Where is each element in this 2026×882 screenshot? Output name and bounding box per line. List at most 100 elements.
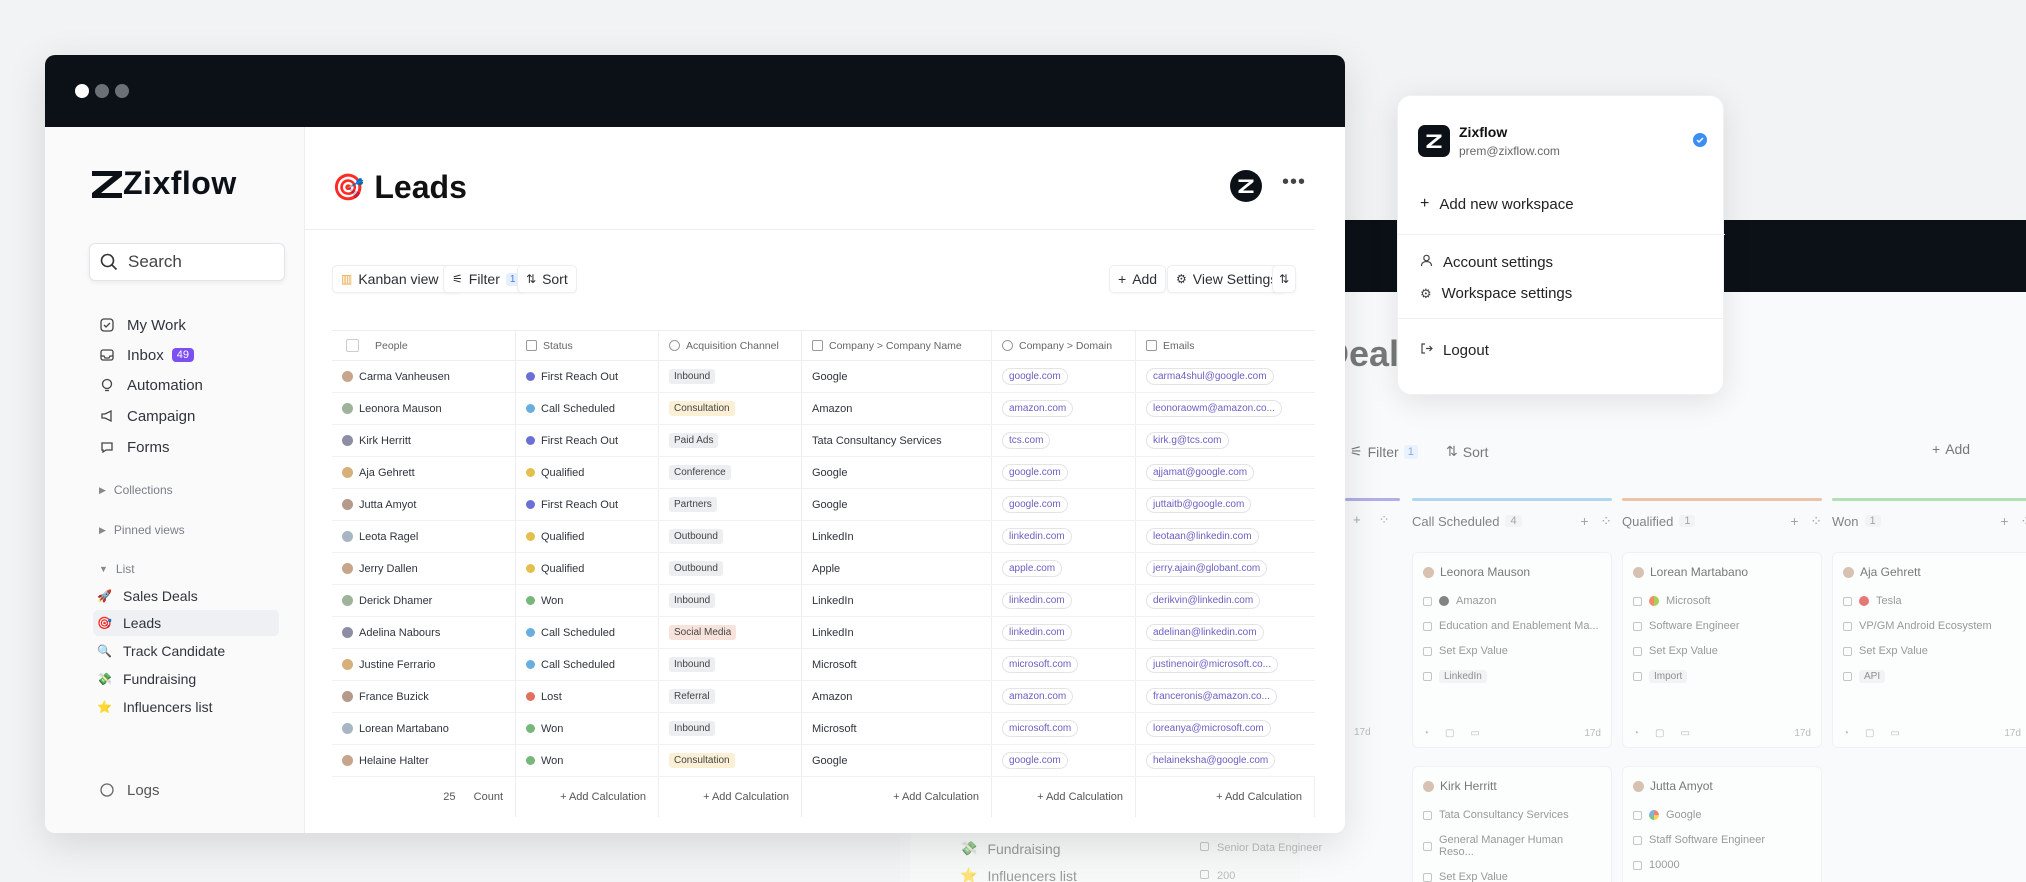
email-link[interactable]: leonoraowm@amazon.co... [1146,400,1282,417]
table-row[interactable]: Leonora Mauson Call Scheduled Consultation… [332,393,1315,425]
cell-email[interactable]: franceronis@amazon.co... [1136,681,1315,712]
cell-person[interactable]: Aja Gehrett [332,457,516,488]
add-button[interactable]: + Add [1109,265,1167,293]
cell-company[interactable]: Amazon [802,681,992,712]
email-link[interactable]: loreanya@microsoft.com [1146,720,1271,737]
more-options-icon[interactable]: ••• [1282,171,1306,194]
cell-person[interactable]: France Buzick [332,681,516,712]
cell-email[interactable]: juttaitb@google.com [1136,489,1315,520]
table-row[interactable]: Helaine Halter Won Consultation Google googl… [332,745,1315,777]
cell-company[interactable]: Google [802,361,992,392]
domain-link[interactable]: amazon.com [1002,400,1074,417]
column-header-company-name[interactable]: Company > Company Name [802,331,992,360]
cell-channel[interactable]: Consultation [659,393,802,424]
cell-company[interactable]: LinkedIn [802,617,992,648]
cell-channel[interactable]: Inbound [659,585,802,616]
cell-email[interactable]: adelinan@linkedin.com [1136,617,1315,648]
list-item-track-candidate[interactable]: 🔍 Track Candidate [97,638,329,664]
select-all-checkbox[interactable] [346,339,359,352]
table-row[interactable]: Aja Gehrett Qualified Conference Google goog… [332,457,1315,489]
cell-status[interactable]: Qualified [516,553,659,584]
email-link[interactable]: carma4shul@google.com [1146,368,1274,385]
cell-email[interactable]: helaineksha@google.com [1136,745,1315,776]
cell-domain[interactable]: microsoft.com [992,713,1136,744]
cell-email[interactable]: kirk.g@tcs.com [1136,425,1315,456]
cell-domain[interactable]: google.com [992,489,1136,520]
table-row[interactable]: Derick Dhamer Won Inbound LinkedIn linkedin.… [332,585,1315,617]
cell-domain[interactable]: amazon.com [992,681,1136,712]
window-maximize-dot[interactable] [115,84,129,98]
search-input[interactable] [128,252,258,272]
cell-domain[interactable]: linkedin.com [992,585,1136,616]
cell-email[interactable]: carma4shul@google.com [1136,361,1315,392]
cell-person[interactable]: Carma Vanheusen [332,361,516,392]
cell-person[interactable]: Kirk Herritt [332,425,516,456]
cell-channel[interactable]: Social Media [659,617,802,648]
cell-person[interactable]: Adelina Nabours [332,617,516,648]
list-item-influencers[interactable]: ⭐ Influencers list [97,694,329,720]
email-link[interactable]: ajjamat@google.com [1146,464,1255,481]
domain-link[interactable]: apple.com [1002,560,1063,577]
view-settings-button[interactable]: ⚙ View Settings [1167,265,1287,293]
cell-person[interactable]: Lorean Martabano [332,713,516,744]
sidebar-item-forms[interactable]: Forms [99,435,170,459]
sort-button[interactable]: ⇅ Sort [517,265,577,293]
cell-person[interactable]: Jutta Amyot [332,489,516,520]
table-row[interactable]: Jerry Dallen Qualified Outbound Apple apple.… [332,553,1315,585]
domain-link[interactable]: google.com [1002,464,1068,481]
sidebar-item-automation[interactable]: Automation [99,373,203,397]
domain-link[interactable]: google.com [1002,368,1068,385]
cell-person[interactable]: Leonora Mauson [332,393,516,424]
domain-link[interactable]: linkedin.com [1002,528,1072,545]
cell-domain[interactable]: google.com [992,457,1136,488]
workspace-settings-item[interactable]: ⚙ Workspace settings [1420,285,1572,302]
cell-email[interactable]: justinenoir@microsoft.co... [1136,649,1315,680]
table-row[interactable]: Jutta Amyot First Reach Out Partners Google… [332,489,1315,521]
column-header-people[interactable]: People [332,331,516,360]
cell-company[interactable]: Amazon [802,393,992,424]
cell-channel[interactable]: Outbound [659,553,802,584]
cell-email[interactable]: ajjamat@google.com [1136,457,1315,488]
cell-person[interactable]: Jerry Dallen [332,553,516,584]
cell-company[interactable]: Google [802,489,992,520]
column-header-channel[interactable]: Acquisition Channel [659,331,802,360]
window-minimize-dot[interactable] [95,84,109,98]
cell-email[interactable]: jerry.ajain@globant.com [1136,553,1315,584]
filter-button[interactable]: ⚟ Filter 1 [443,265,529,293]
cell-domain[interactable]: google.com [992,361,1136,392]
table-row[interactable]: Kirk Herritt First Reach Out Paid Ads Tata … [332,425,1315,457]
sidebar-item-campaign[interactable]: Campaign [99,404,195,428]
cell-status[interactable]: Call Scheduled [516,649,659,680]
table-row[interactable]: Carma Vanheusen First Reach Out Inbound Goo… [332,361,1315,393]
cell-domain[interactable]: amazon.com [992,393,1136,424]
account-settings-item[interactable]: Account settings [1420,254,1553,271]
add-calculation-button[interactable]: + Add Calculation [516,777,659,817]
add-calculation-button[interactable]: + Add Calculation [992,777,1136,817]
column-header-emails[interactable]: Emails [1136,331,1315,360]
cell-channel[interactable]: Conference [659,457,802,488]
domain-link[interactable]: google.com [1002,752,1068,769]
cell-status[interactable]: Won [516,745,659,776]
cell-status[interactable]: Won [516,585,659,616]
cell-company[interactable]: Apple [802,553,992,584]
cell-status[interactable]: Qualified [516,457,659,488]
table-row[interactable]: Leota Ragel Qualified Outbound LinkedIn link… [332,521,1315,553]
sidebar-item-logs[interactable]: Logs [99,778,160,802]
column-header-status[interactable]: Status [516,331,659,360]
cell-person[interactable]: Leota Ragel [332,521,516,552]
cell-status[interactable]: First Reach Out [516,361,659,392]
cell-status[interactable]: Qualified [516,521,659,552]
list-item-sales-deals[interactable]: 🚀 Sales Deals [97,583,329,609]
email-link[interactable]: adelinan@linkedin.com [1146,624,1264,641]
cell-domain[interactable]: linkedin.com [992,521,1136,552]
domain-link[interactable]: amazon.com [1002,688,1074,705]
search-box[interactable] [89,243,285,281]
section-collections[interactable]: ▶ Collections [99,483,173,497]
add-calculation-button[interactable]: + Add Calculation [1136,777,1315,817]
table-row[interactable]: France Buzick Lost Referral Amazon amazon.co… [332,681,1315,713]
cell-domain[interactable]: microsoft.com [992,649,1136,680]
section-list[interactable]: ▼ List [99,562,135,576]
sidebar-item-inbox[interactable]: Inbox 49 [99,343,194,367]
cell-company[interactable]: Microsoft [802,713,992,744]
cell-email[interactable]: leotaan@linkedin.com [1136,521,1315,552]
